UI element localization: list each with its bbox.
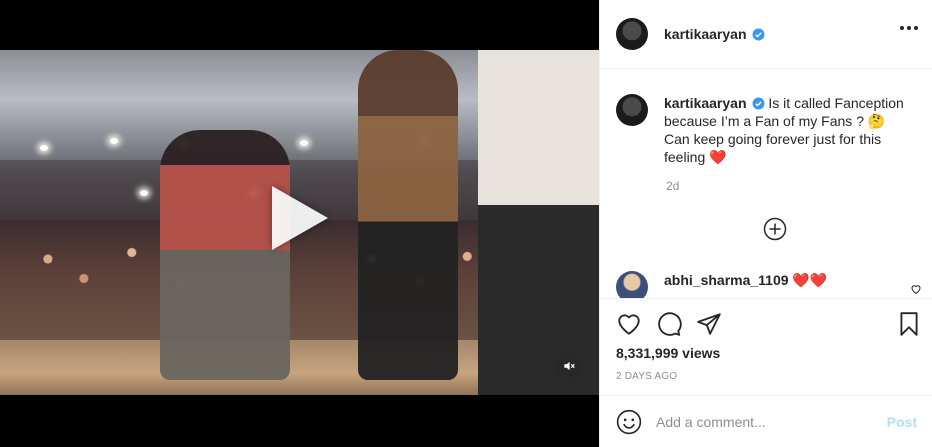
plus-circle-icon[interactable] — [763, 217, 787, 241]
avatar[interactable] — [616, 271, 648, 298]
list-item: abhi_sharma_1109 ❤️❤️ — [616, 271, 926, 298]
post-caption: kartikaaryan Is it called Fanception bec… — [616, 94, 914, 166]
post-header: kartikaaryan — [600, 0, 932, 69]
video-scene-light — [40, 145, 48, 151]
post-age[interactable]: 2d — [666, 179, 679, 193]
verified-badge-icon — [752, 28, 764, 41]
video-scene-person-right — [478, 50, 599, 395]
post-date[interactable]: 2 DAYS AGO — [616, 371, 677, 382]
comment-body: ❤️❤️ — [792, 272, 828, 288]
caption-username[interactable]: kartikaaryan — [664, 95, 747, 111]
comment-username[interactable]: abhi_sharma_1109 — [664, 272, 789, 288]
heart-icon[interactable] — [910, 283, 922, 295]
emoji-icon[interactable] — [616, 409, 642, 435]
more-options-icon[interactable] — [900, 26, 918, 30]
heart-icon[interactable] — [616, 311, 642, 337]
comment-icon[interactable] — [656, 311, 682, 337]
comment-text: abhi_sharma_1109 ❤️❤️ — [664, 271, 827, 289]
video-scene-light — [300, 140, 308, 146]
video-pane — [0, 0, 599, 447]
avatar[interactable] — [616, 94, 648, 126]
post-actions: 8,331,999 views 2 DAYS AGO — [600, 298, 932, 395]
play-icon[interactable] — [272, 186, 328, 250]
avatar[interactable] — [616, 18, 648, 50]
video-scene-kneeling-man — [160, 130, 290, 380]
mute-button[interactable] — [556, 353, 582, 379]
speaker-muted-icon — [564, 361, 575, 371]
author-username[interactable]: kartikaaryan — [664, 26, 765, 42]
paper-plane-icon[interactable] — [696, 311, 722, 337]
bookmark-icon[interactable] — [896, 311, 922, 337]
add-comment-bar: Post — [600, 395, 932, 447]
comment-input[interactable] — [656, 413, 876, 430]
comments-section: kartikaaryan Is it called Fanception bec… — [600, 69, 932, 298]
video-scene-light — [110, 138, 118, 144]
post-button[interactable]: Post — [887, 414, 917, 430]
video-scene-light — [140, 190, 148, 196]
view-count[interactable]: 8,331,999 views — [616, 345, 720, 361]
post-panel: kartikaaryan kartikaaryan Is it called F… — [599, 0, 932, 447]
verified-badge-icon — [752, 97, 764, 110]
video-scene-standing-woman — [358, 50, 458, 380]
author-username-text[interactable]: kartikaaryan — [664, 26, 747, 42]
caption-text: kartikaaryan Is it called Fanception bec… — [664, 94, 914, 166]
